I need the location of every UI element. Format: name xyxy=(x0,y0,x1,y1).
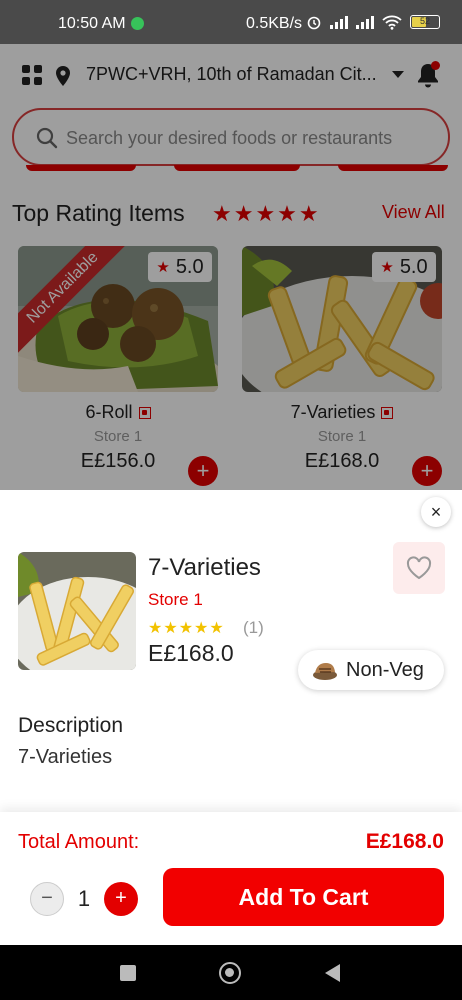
modal-overlay[interactable] xyxy=(0,44,462,490)
description-text: 7-Varieties xyxy=(18,746,113,768)
close-button[interactable]: × xyxy=(421,497,451,527)
add-to-cart-button[interactable]: Add To Cart xyxy=(163,868,444,926)
quantity-value: 1 xyxy=(77,886,91,911)
non-veg-label: Non-Veg xyxy=(346,658,424,681)
total-amount-value: E£168.0 xyxy=(365,830,444,853)
description-title: Description xyxy=(18,714,124,737)
non-veg-food-icon xyxy=(313,663,337,680)
cart-footer: Total Amount: E£168.0 − 1 + Add To Cart xyxy=(0,812,462,945)
wifi-icon xyxy=(382,15,402,30)
decrease-quantity-button[interactable]: − xyxy=(30,882,64,916)
product-image xyxy=(18,552,136,670)
increase-quantity-button[interactable]: + xyxy=(104,882,138,916)
product-name: 7-Varieties xyxy=(148,554,261,581)
signal-2-icon xyxy=(356,15,374,29)
system-nav-bar xyxy=(0,945,462,1000)
product-store[interactable]: Store 1 xyxy=(148,590,203,610)
total-amount-label: Total Amount: xyxy=(18,831,140,853)
product-bottom-sheet: × 7-Varieties Store 1 ★★★★★ (1) E£168.0 xyxy=(0,490,462,945)
recents-icon[interactable] xyxy=(120,965,136,981)
review-count: (1) xyxy=(243,618,264,637)
network-speed: 0.5KB/s xyxy=(246,15,303,32)
battery-icon: 52 xyxy=(410,15,440,29)
battery-level: 52 xyxy=(419,16,430,26)
screen: 10:50 AM 0.5KB/s 52 7PWC+VRH, 10th of Ra… xyxy=(0,0,462,1000)
whatsapp-icon xyxy=(131,17,144,30)
status-time: 10:50 AM xyxy=(58,15,126,32)
heart-icon xyxy=(406,556,432,580)
status-icons: 52 xyxy=(306,14,440,30)
back-icon[interactable] xyxy=(325,964,340,982)
product-price: E£168.0 xyxy=(148,640,234,666)
rating-stars: ★★★★★ xyxy=(148,620,225,637)
status-bar: 10:50 AM 0.5KB/s 52 xyxy=(0,0,462,44)
non-veg-badge: Non-Veg xyxy=(298,650,444,690)
alarm-icon xyxy=(307,16,321,30)
home-icon[interactable] xyxy=(219,962,241,984)
favorite-button[interactable] xyxy=(393,542,445,594)
signal-icon xyxy=(330,15,348,29)
